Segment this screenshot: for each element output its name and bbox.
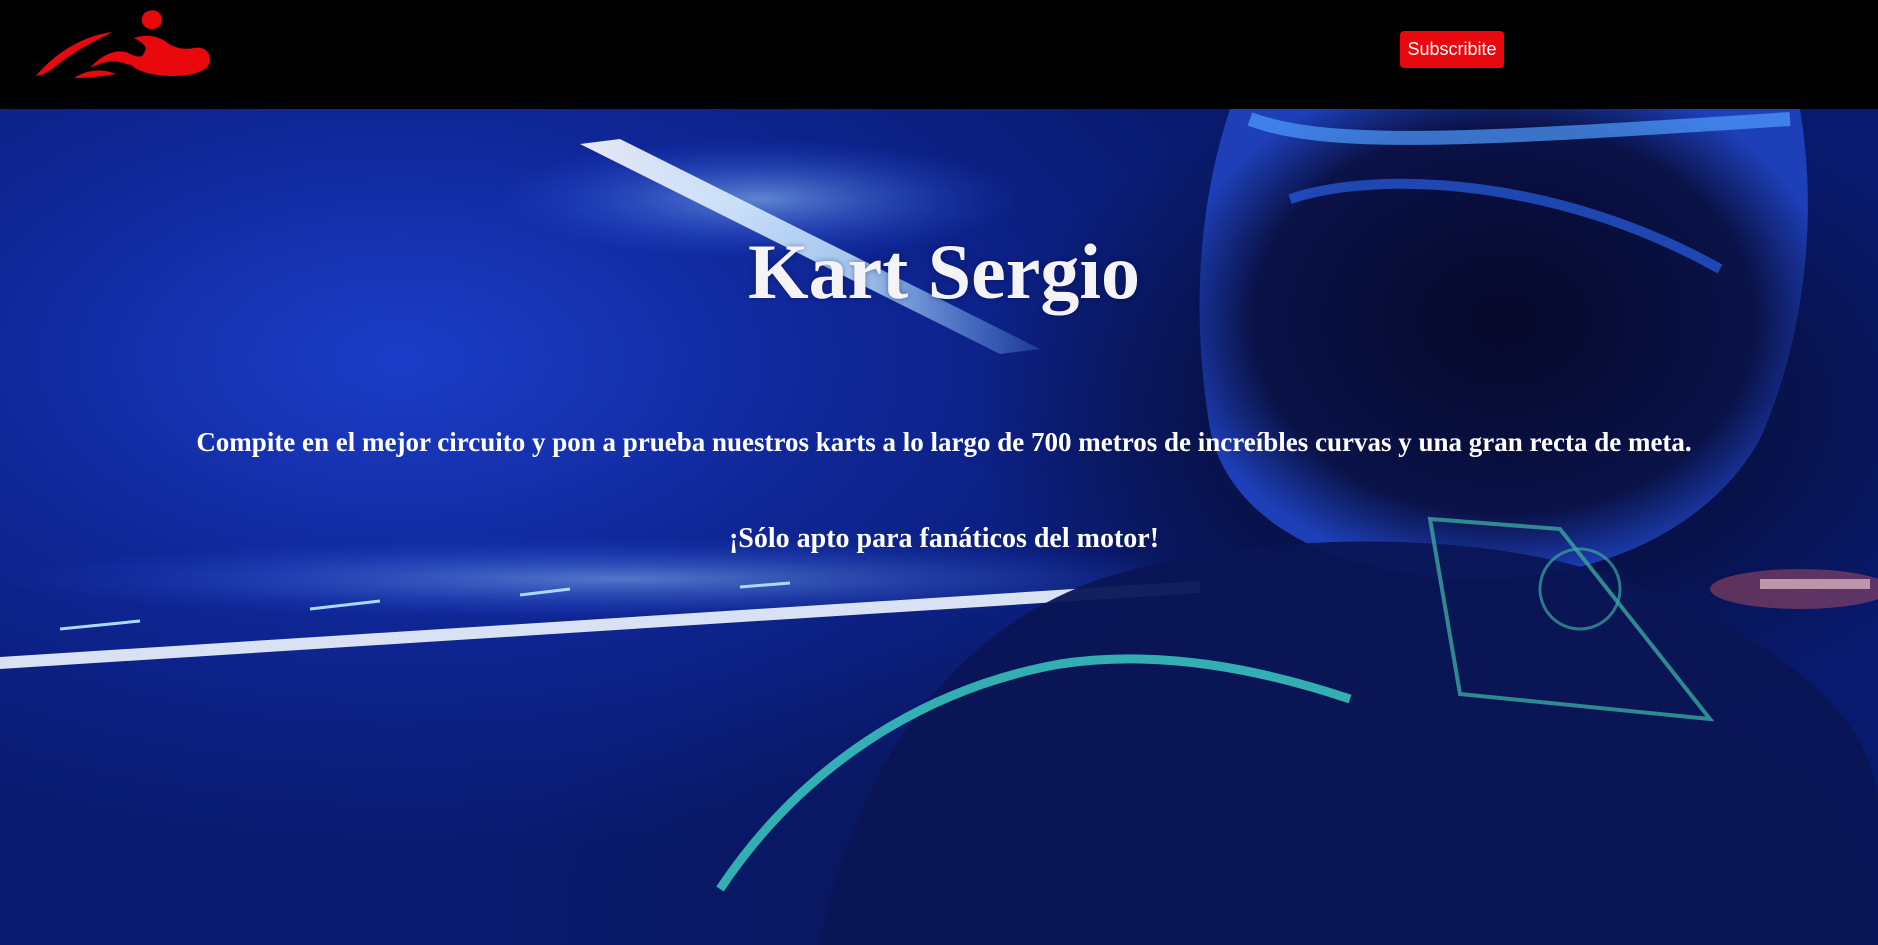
- hero-description: Compite en el mejor circuito y pon a pru…: [196, 427, 1692, 457]
- subscribe-button[interactable]: Subscribite: [1400, 31, 1504, 68]
- kart-logo-icon[interactable]: [34, 8, 212, 86]
- hero-title: Kart Sergio: [747, 228, 1141, 315]
- top-navbar: Subscribite: [0, 0, 1878, 109]
- hero-section: Kart Sergio Compite en el mejor circuito…: [0, 109, 1878, 945]
- hero-tagline: ¡Sólo apto para fanáticos del motor!: [728, 523, 1160, 554]
